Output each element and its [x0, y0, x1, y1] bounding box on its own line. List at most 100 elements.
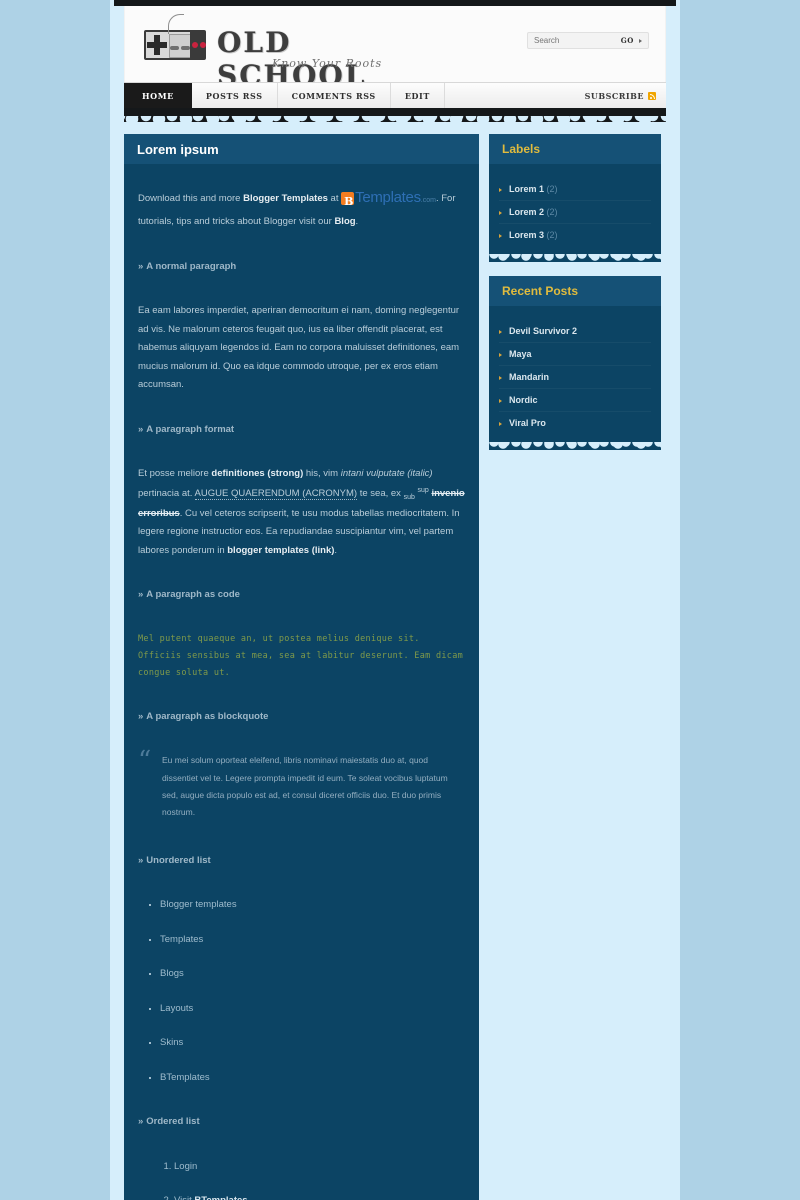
label-count: (2): [546, 184, 558, 194]
nav-item-edit[interactable]: EDIT: [391, 83, 445, 109]
format-subscript: sub: [403, 493, 415, 501]
format-text-6: .: [334, 544, 338, 556]
post-header-torn-edge: [124, 162, 479, 172]
subscribe-label: SUBSCRIBE: [584, 91, 644, 101]
label-ordered-list: » Ordered list: [138, 1113, 465, 1132]
content-area: Lorem ipsum Download this and more Blogg…: [110, 122, 680, 1200]
sidebar-item-maya[interactable]: Maya: [499, 343, 651, 366]
label-normal-paragraph: » A normal paragraph: [138, 258, 465, 277]
widget-recent-posts: Recent Posts Devil Survivor 2 Maya Manda…: [489, 276, 661, 450]
post-title: Lorem ipsum: [137, 142, 219, 157]
list-item: Blogger templates: [160, 896, 465, 915]
chevron-icon: »: [138, 1116, 144, 1128]
label-paragraph-blockquote-text: A paragraph as blockquote: [146, 710, 269, 722]
bullet-arrow-icon: [499, 188, 502, 192]
nav-item-posts-rss[interactable]: POSTS RSS: [192, 83, 278, 109]
sidebar-item-lorem-2[interactable]: Lorem 2 (2): [499, 201, 651, 224]
controller-dpad-horizontal: [147, 42, 167, 48]
bullet-arrow-icon: [499, 234, 502, 238]
controller-a-button: [200, 42, 206, 48]
sidebar-item-lorem-1[interactable]: Lorem 1 (2): [499, 178, 651, 201]
label-text: Lorem 1: [509, 184, 545, 194]
intro-text-before: Download this and more: [138, 193, 244, 205]
chevron-icon: »: [138, 260, 144, 272]
label-unordered-list: » Unordered list: [138, 852, 465, 871]
unordered-list: Blogger templates Templates Blogs Layout…: [138, 896, 465, 1087]
btemplates-word: Templates: [355, 189, 421, 206]
post-link-text: Viral Pro: [509, 418, 546, 428]
blogger-templates-inline-link[interactable]: blogger templates (link): [227, 545, 334, 556]
blockquote-text: Eu mei solum oporteat eleifend, libris n…: [162, 755, 448, 818]
code-block: Mel putent quaeque an, ut postea melius …: [138, 633, 464, 678]
chevron-icon: »: [138, 423, 144, 435]
list-item: Blogs: [160, 965, 465, 984]
label-paragraph-blockquote: » A paragraph as blockquote: [138, 708, 465, 727]
search-box[interactable]: GO: [527, 32, 649, 49]
widget-header-torn-edge: [489, 162, 661, 171]
sidebar-item-viral-pro[interactable]: Viral Pro: [499, 412, 651, 434]
controller-b-button: [192, 42, 198, 48]
controller-select-button: [170, 46, 179, 50]
label-normal-paragraph-text: A normal paragraph: [146, 260, 237, 272]
label-paragraph-format-text: A paragraph format: [146, 423, 235, 435]
ordered-item-bold: BTemplates: [194, 1195, 247, 1200]
list-item: Login: [174, 1158, 465, 1177]
widget-recent-posts-header: Recent Posts: [489, 276, 661, 313]
label-text: Lorem 2: [509, 207, 545, 217]
sidebar-item-lorem-3[interactable]: Lorem 3 (2): [499, 224, 651, 246]
sidebar-item-devil-survivor-2[interactable]: Devil Survivor 2: [499, 320, 651, 343]
sidebar: Labels Lorem 1 (2) Lorem 2 (2) Lorem 3 (…: [489, 134, 661, 464]
main-post-column: Lorem ipsum Download this and more Blogg…: [124, 134, 479, 1200]
chevron-icon: »: [138, 854, 144, 866]
blogger-templates-link[interactable]: Blogger Templates: [243, 193, 328, 204]
post-link-text: Nordic: [509, 395, 538, 405]
widget-bottom-torn-edge: [489, 442, 661, 450]
widget-bottom-torn-edge: [489, 254, 661, 262]
list-item: Visit BTemplates: [174, 1192, 465, 1200]
format-strong: definitiones (strong): [211, 468, 304, 480]
list-item: Layouts: [160, 1000, 465, 1019]
page-root: OLD SCHOOL Know Your Roots GO HOME POSTS…: [0, 0, 800, 1200]
main-navigation: HOME POSTS RSS COMMENTS RSS EDIT SUBSCRI…: [124, 82, 666, 109]
list-item: Skins: [160, 1034, 465, 1053]
sidebar-item-mandarin[interactable]: Mandarin: [499, 366, 651, 389]
normal-paragraph-text: Ea eam labores imperdiet, aperiran democ…: [138, 305, 460, 391]
chevron-icon: »: [138, 710, 144, 722]
intro-text-end: .: [355, 216, 359, 228]
bullet-arrow-icon: [499, 330, 502, 334]
bullet-arrow-icon: [499, 376, 502, 380]
widget-labels: Labels Lorem 1 (2) Lorem 2 (2) Lorem 3 (…: [489, 134, 661, 262]
site-header: OLD SCHOOL Know Your Roots GO: [124, 6, 666, 92]
nav-item-comments-rss[interactable]: COMMENTS RSS: [278, 83, 391, 109]
widget-header-torn-edge: [489, 304, 661, 313]
ordered-item-text: Login: [174, 1160, 198, 1172]
btemplates-logo[interactable]: Templates.com: [341, 183, 436, 212]
labels-list: Lorem 1 (2) Lorem 2 (2) Lorem 3 (2): [499, 178, 651, 246]
bullet-arrow-icon: [499, 399, 502, 403]
format-superscript: sup: [417, 486, 429, 494]
search-input[interactable]: [534, 33, 614, 48]
nav-torn-edge: [124, 108, 666, 122]
format-acronym: AUGUE QUAERENDUM (ACRONYM): [194, 487, 358, 500]
blockquote: “ Eu mei solum oporteat eleifend, libris…: [138, 748, 465, 822]
blog-link[interactable]: Blog: [334, 216, 355, 227]
sidebar-item-nordic[interactable]: Nordic: [499, 389, 651, 412]
ordered-list: Login Visit BTemplates Download template…: [138, 1158, 465, 1200]
intro-text-mid: at: [327, 193, 342, 205]
label-count: (2): [546, 230, 558, 240]
rss-icon: [648, 92, 656, 100]
post-header: Lorem ipsum: [124, 134, 479, 172]
format-italic: intani vulputate (italic): [340, 468, 433, 480]
post-link-text: Devil Survivor 2: [509, 326, 578, 336]
controller-cord-icon: [168, 14, 184, 34]
post-intro-paragraph: Download this and more Blogger Templates…: [138, 184, 465, 232]
subscribe-button[interactable]: SUBSCRIBE: [585, 83, 656, 109]
nav-item-home[interactable]: HOME: [124, 83, 192, 109]
search-go-button[interactable]: GO: [621, 36, 634, 45]
btemplates-domain: .com: [420, 197, 436, 204]
formatted-paragraph: Et posse meliore definitiones (strong) h…: [138, 465, 465, 560]
label-unordered-list-text: Unordered list: [146, 854, 211, 866]
post-link-text: Mandarin: [509, 372, 550, 382]
site-logo[interactable]: OLD SCHOOL Know Your Roots: [137, 12, 417, 92]
label-paragraph-format: » A paragraph format: [138, 421, 465, 440]
